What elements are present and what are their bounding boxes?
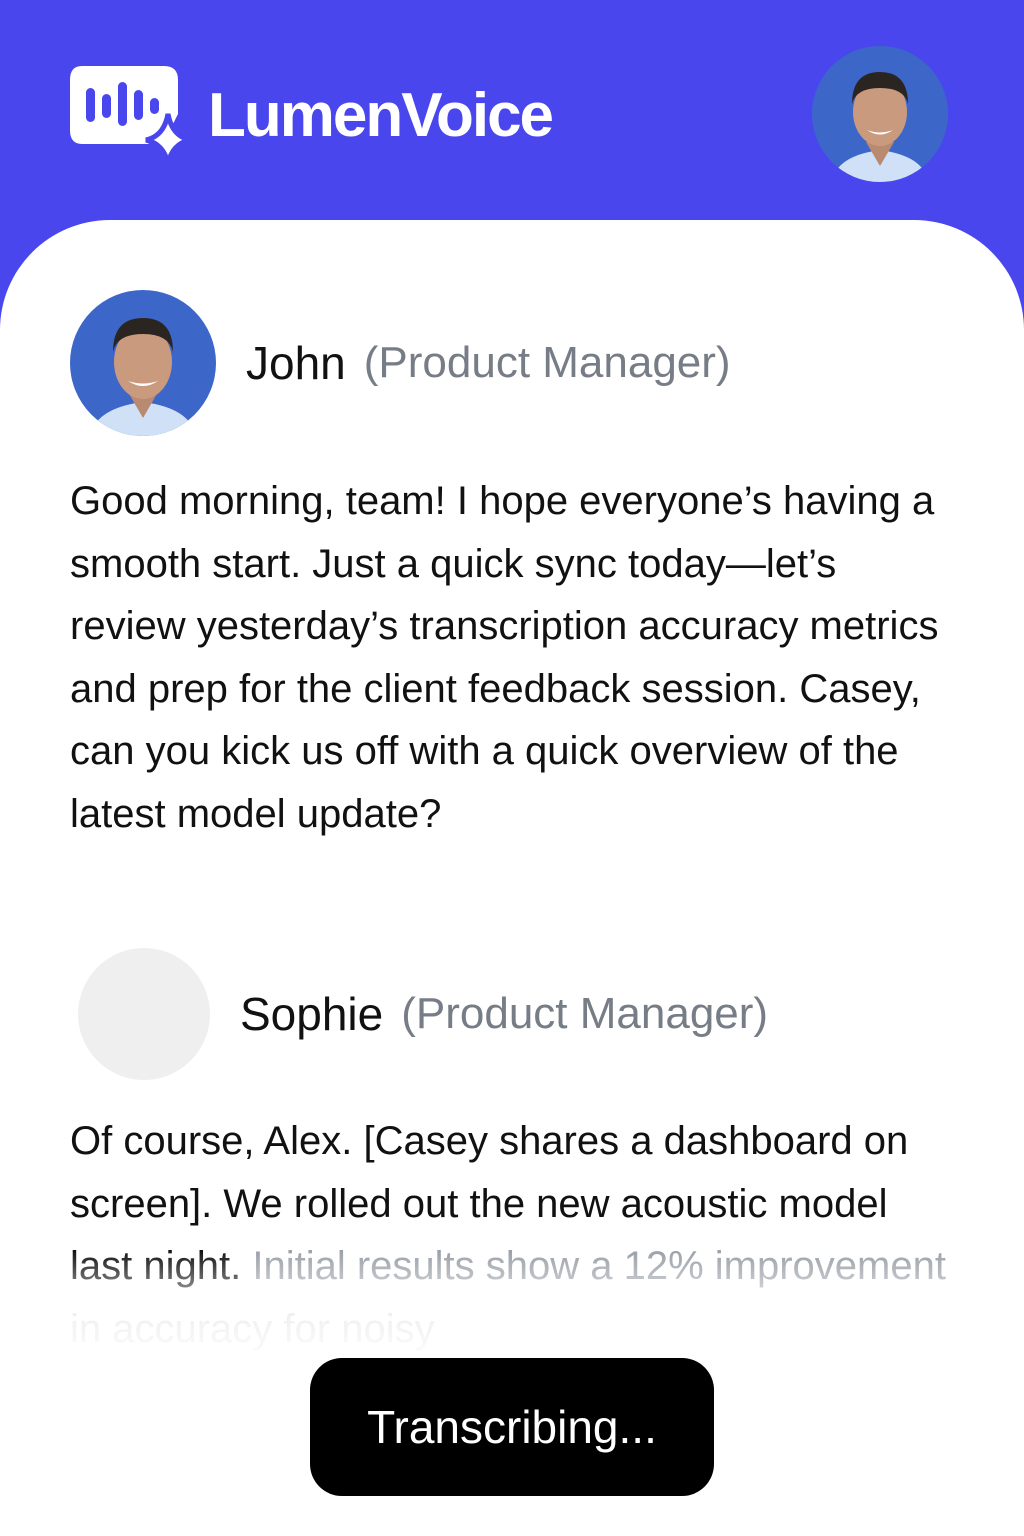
speaker-avatar-placeholder — [78, 948, 210, 1080]
profile-avatar[interactable] — [812, 46, 948, 182]
transcript-message-sophie: Of course, Alex. [Casey shares a dashboa… — [70, 1110, 960, 1360]
person-photo-icon — [70, 290, 216, 436]
waveform-sparkle-icon — [70, 66, 191, 165]
speaker-role: (Product Manager) — [363, 338, 731, 387]
speaker-avatar-john — [70, 290, 216, 436]
app-name: LumenVoice — [208, 80, 554, 150]
speaker-header-sophie: Sophie (Product Manager) — [78, 948, 768, 1080]
app-logo[interactable]: LumenVoice — [68, 64, 554, 166]
speaker-role: (Product Manager) — [401, 989, 769, 1038]
transcript-message-john: Good morning, team! I hope everyone’s ha… — [70, 479, 939, 836]
speaker-header-john: John (Product Manager) — [70, 290, 731, 436]
transcribing-status-button[interactable]: Transcribing... — [310, 1358, 714, 1496]
speaker-name: John — [246, 337, 346, 389]
profile-avatar-icon — [812, 46, 948, 182]
speaker-name: Sophie — [240, 988, 384, 1040]
